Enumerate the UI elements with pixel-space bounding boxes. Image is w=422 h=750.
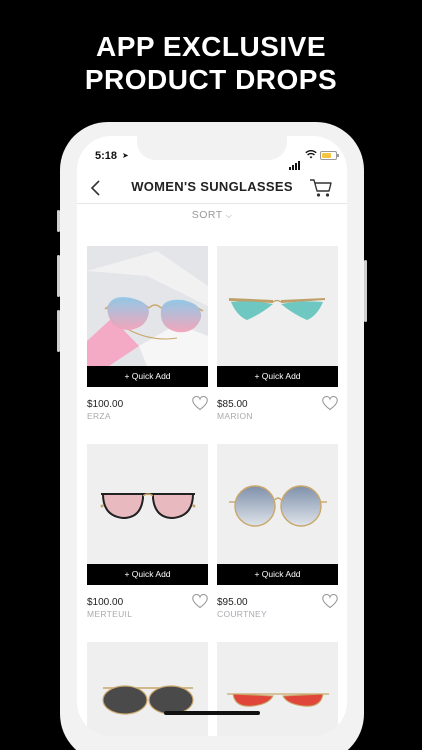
status-time: 5:18 bbox=[95, 150, 118, 162]
heart-icon[interactable] bbox=[322, 395, 338, 411]
product-image[interactable] bbox=[217, 642, 338, 736]
signal-icon bbox=[289, 152, 301, 170]
sort-label: SORT bbox=[191, 209, 223, 221]
app-screen: 5:18 ➤ WOMEN'S SUNGLASSES SORT ⌵ + Quick… bbox=[77, 136, 347, 736]
quick-add-button[interactable]: + Quick Add bbox=[87, 564, 208, 585]
product-card[interactable] bbox=[87, 642, 208, 736]
product-image[interactable] bbox=[87, 642, 208, 736]
heart-icon[interactable] bbox=[322, 593, 338, 609]
product-card[interactable]: + Quick Add $85.00 MARION bbox=[217, 246, 338, 421]
product-card[interactable]: + Quick Add $100.00 MERTEUIL bbox=[87, 444, 208, 619]
product-name[interactable]: MARION bbox=[217, 411, 253, 421]
promo-headline: APP EXCLUSIVE PRODUCT DROPS bbox=[0, 30, 422, 96]
product-name[interactable]: COURTNEY bbox=[217, 609, 267, 619]
promo-line-2: PRODUCT DROPS bbox=[84, 64, 338, 95]
product-image[interactable] bbox=[87, 246, 208, 386]
navigation-bar: WOMEN'S SUNGLASSES bbox=[77, 176, 347, 204]
quick-add-button[interactable]: + Quick Add bbox=[217, 564, 338, 585]
battery-icon bbox=[320, 151, 339, 160]
heart-icon[interactable] bbox=[192, 395, 208, 411]
quick-add-button[interactable]: + Quick Add bbox=[217, 366, 338, 387]
back-chevron-icon[interactable] bbox=[87, 178, 107, 198]
product-price: $85.00 bbox=[217, 399, 248, 410]
location-arrow-icon: ➤ bbox=[122, 151, 129, 160]
cart-icon[interactable] bbox=[309, 176, 333, 200]
page-title: WOMEN'S SUNGLASSES bbox=[131, 179, 293, 194]
product-image[interactable] bbox=[217, 444, 338, 584]
product-price: $95.00 bbox=[217, 597, 248, 608]
product-image[interactable] bbox=[217, 246, 338, 386]
home-indicator[interactable] bbox=[164, 711, 260, 715]
product-price: $100.00 bbox=[87, 597, 124, 608]
promo-line-1: APP EXCLUSIVE bbox=[95, 31, 327, 62]
product-name[interactable]: ERZA bbox=[87, 411, 111, 421]
header-divider bbox=[77, 203, 347, 204]
product-name[interactable]: MERTEUIL bbox=[87, 609, 132, 619]
product-card[interactable]: + Quick Add $100.00 ERZA bbox=[87, 246, 208, 421]
quick-add-button[interactable]: + Quick Add bbox=[87, 366, 208, 387]
phone-side-button bbox=[364, 260, 367, 322]
product-price: $100.00 bbox=[87, 399, 124, 410]
product-image[interactable] bbox=[87, 444, 208, 584]
phone-notch bbox=[137, 136, 287, 160]
product-card[interactable] bbox=[217, 642, 338, 736]
heart-icon[interactable] bbox=[192, 593, 208, 609]
sort-button[interactable]: SORT ⌵ bbox=[77, 209, 347, 221]
chevron-down-icon: ⌵ bbox=[225, 211, 233, 220]
wifi-icon bbox=[305, 149, 317, 162]
product-card[interactable]: + Quick Add $95.00 COURTNEY bbox=[217, 444, 338, 619]
